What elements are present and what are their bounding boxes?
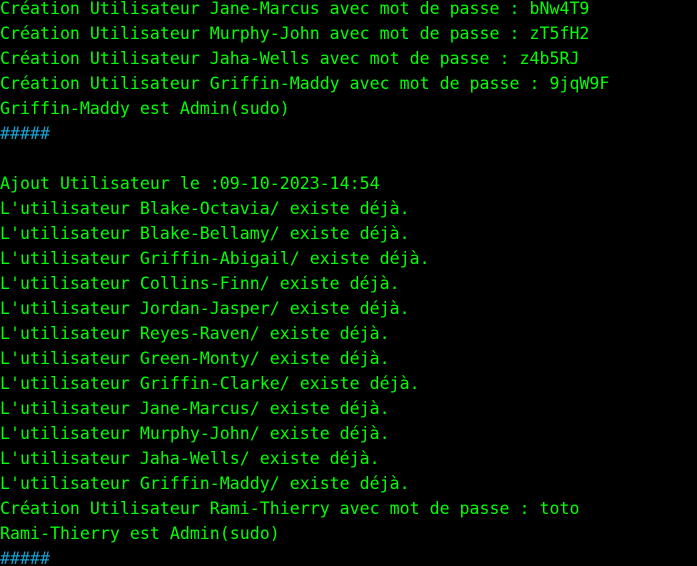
separator-line: ##### bbox=[0, 124, 50, 143]
output-line: L'utilisateur Blake-Bellamy/ existe déjà… bbox=[0, 224, 410, 243]
output-line: Création Utilisateur Jaha-Wells avec mot… bbox=[0, 49, 580, 68]
output-line: L'utilisateur Collins-Finn/ existe déjà. bbox=[0, 274, 400, 293]
output-line: Création Utilisateur Rami-Thierry avec m… bbox=[0, 499, 580, 518]
output-line: L'utilisateur Griffin-Clarke/ existe déj… bbox=[0, 374, 420, 393]
output-line: L'utilisateur Reyes-Raven/ existe déjà. bbox=[0, 324, 390, 343]
output-line: L'utilisateur Jordan-Jasper/ existe déjà… bbox=[0, 299, 410, 318]
output-line: Ajout Utilisateur le :09-10-2023-14:54 bbox=[0, 174, 380, 193]
separator-line: ##### bbox=[0, 549, 50, 566]
terminal-window[interactable]: Création Utilisateur Jane-Marcus avec mo… bbox=[0, 0, 697, 566]
output-line: Création Utilisateur Jane-Marcus avec mo… bbox=[0, 0, 590, 18]
output-line: L'utilisateur Griffin-Maddy/ existe déjà… bbox=[0, 474, 410, 493]
terminal-output: Création Utilisateur Jane-Marcus avec mo… bbox=[0, 0, 609, 566]
output-line: L'utilisateur Jaha-Wells/ existe déjà. bbox=[0, 449, 380, 468]
output-line: L'utilisateur Blake-Octavia/ existe déjà… bbox=[0, 199, 410, 218]
output-line: L'utilisateur Green-Monty/ existe déjà. bbox=[0, 349, 390, 368]
output-line: L'utilisateur Jane-Marcus/ existe déjà. bbox=[0, 399, 390, 418]
output-line: Rami-Thierry est Admin(sudo) bbox=[0, 524, 280, 543]
output-line: L'utilisateur Murphy-John/ existe déjà. bbox=[0, 424, 390, 443]
output-line: Griffin-Maddy est Admin(sudo) bbox=[0, 99, 290, 118]
output-line: Création Utilisateur Griffin-Maddy avec … bbox=[0, 74, 610, 93]
output-line: Création Utilisateur Murphy-John avec mo… bbox=[0, 24, 590, 43]
output-line: L'utilisateur Griffin-Abigail/ existe dé… bbox=[0, 249, 430, 268]
